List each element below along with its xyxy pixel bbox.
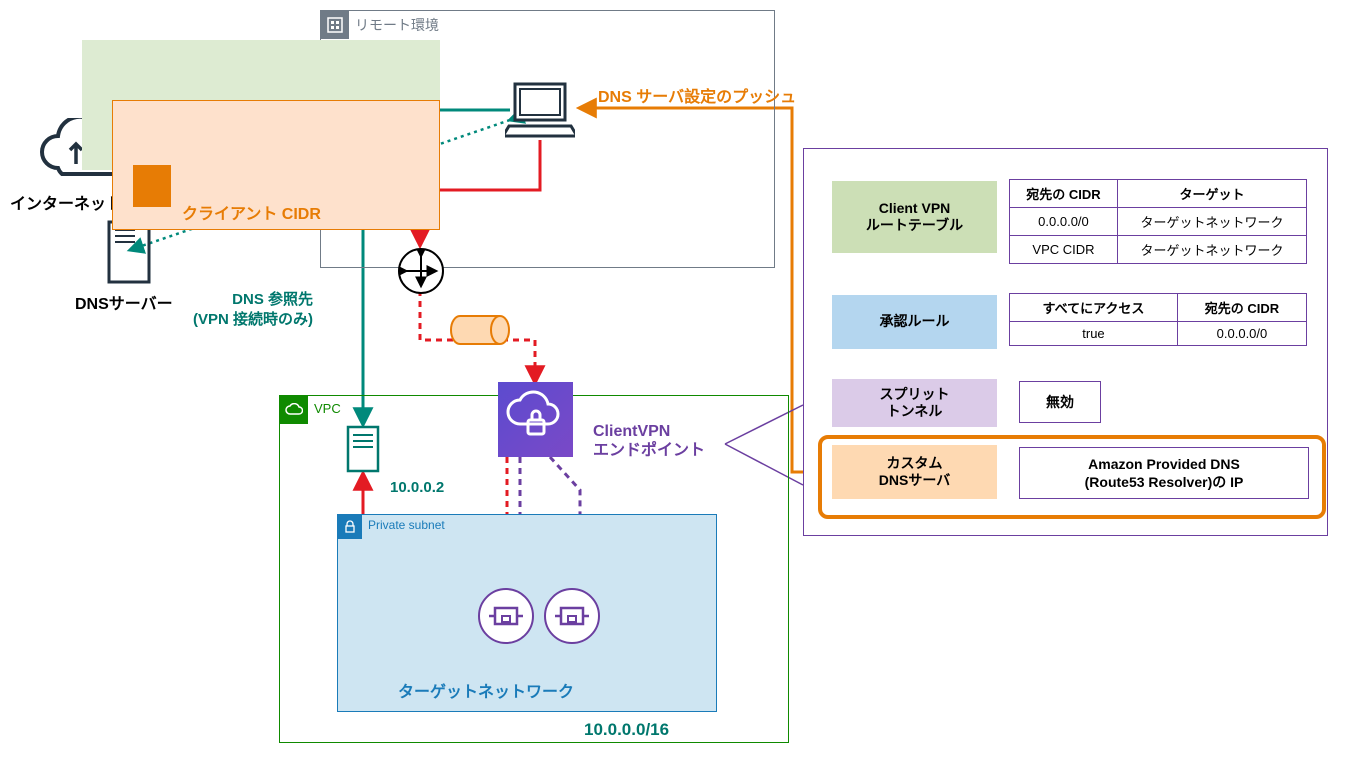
vpc-cloud-icon [280, 396, 308, 424]
ar-r0c0: true [1010, 322, 1178, 346]
client-cidr-label: クライアント CIDR [182, 200, 321, 224]
rt-r0c0: 0.0.0.0/0 [1010, 208, 1118, 236]
rt-r1c0: VPC CIDR [1010, 236, 1118, 264]
rt-l2: ルートテーブル [866, 217, 963, 233]
dns-ref-line1: DNS 参照先 [232, 291, 313, 308]
auth-rules-table: すべてにアクセス 宛先の CIDR true 0.0.0.0/0 [1009, 293, 1307, 346]
client-nic-icon [133, 165, 171, 207]
st-l1: スプリット [880, 386, 950, 402]
st-l2: トンネル [887, 403, 943, 419]
target-network-label: ターゲットネットワーク [398, 678, 574, 702]
vpc-title: VPC [314, 401, 341, 416]
client-vpn-endpoint-label: ClientVPN エンドポイント [593, 422, 705, 460]
dns-server-label: DNSサーバー [75, 290, 173, 314]
subnet-lock-icon [338, 515, 362, 539]
rt-r1c1: ターゲットネットワーク [1117, 236, 1306, 264]
eni-icon [544, 588, 600, 644]
resolver-doc-icon [345, 424, 381, 474]
split-tunnel-label: スプリット トンネル [832, 379, 997, 427]
config-panel: Client VPN ルートテーブル 宛先の CIDR ターゲット 0.0.0.… [803, 148, 1328, 536]
building-icon [321, 11, 349, 39]
highlight-frame [818, 435, 1326, 519]
vpn-endpoint-line2: エンドポイント [593, 442, 705, 459]
rt-r0c1: ターゲットネットワーク [1117, 208, 1306, 236]
rt-h0: 宛先の CIDR [1010, 180, 1118, 208]
rt-h1: ターゲット [1117, 180, 1306, 208]
auth-rules-label: 承認ルール [832, 295, 997, 349]
route-table-label: Client VPN ルートテーブル [832, 181, 997, 253]
remote-env-title: リモート環境 [355, 15, 439, 35]
internet-label: インターネット [10, 190, 122, 214]
ar-r0c1: 0.0.0.0/0 [1177, 322, 1306, 346]
laptop-icon [505, 82, 575, 138]
diagram-canvas: インターネット DNSサーバー リモート環境 クライアント CIDR DNS サ… [0, 0, 1350, 766]
dns-ref-line2: (VPN 接続時のみ) [193, 311, 313, 328]
route-table: 宛先の CIDR ターゲット 0.0.0.0/0 ターゲットネットワーク VPC… [1009, 179, 1307, 264]
private-subnet-title: Private subnet [368, 518, 445, 532]
client-vpn-endpoint-icon [498, 382, 573, 457]
vpc-cidr: 10.0.0.0/16 [584, 720, 669, 740]
dns-push-label: DNS サーバ設定のプッシュ [598, 83, 796, 107]
dns-ref-label: DNS 参照先 (VPN 接続時のみ) [193, 290, 313, 329]
vpn-endpoint-line1: ClientVPN [593, 423, 670, 440]
rt-l1: Client VPN [879, 200, 951, 216]
eni-icon [478, 588, 534, 644]
router-icon [398, 248, 444, 294]
resolver-ip-label: 10.0.0.2 [390, 479, 444, 496]
ar-h1: 宛先の CIDR [1177, 294, 1306, 322]
split-tunnel-value: 無効 [1019, 381, 1101, 423]
ar-h0: すべてにアクセス [1010, 294, 1178, 322]
